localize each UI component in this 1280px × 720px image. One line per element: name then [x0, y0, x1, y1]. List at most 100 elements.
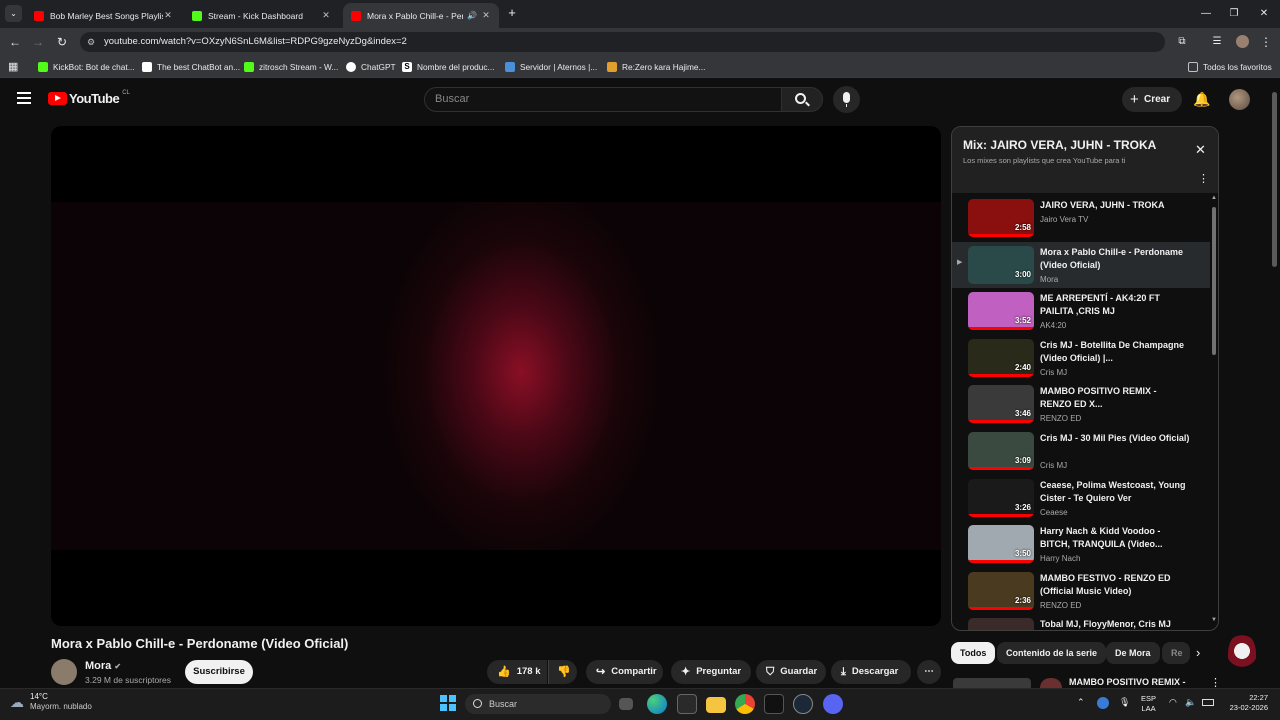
steam-like-icon[interactable] [793, 694, 813, 714]
playlist-thumbnail[interactable]: 2:58 [968, 199, 1034, 237]
playlist-thumbnail[interactable]: 3:46 [968, 385, 1034, 424]
chip-de-mora[interactable]: De Mora [1106, 642, 1160, 664]
tab-search-button[interactable]: ⌄ [5, 5, 22, 22]
discord-icon[interactable] [823, 694, 843, 714]
subscribe-button[interactable]: Suscribirse [185, 660, 253, 684]
tray-overflow-icon[interactable]: ⌃ [1077, 697, 1085, 708]
scroll-down-arrow-icon[interactable]: ▼ [1211, 617, 1217, 623]
channel-name[interactable]: Mora ✔ [85, 660, 121, 672]
extensions-icon[interactable]: ⧉ [1172, 32, 1192, 52]
playlist-thumbnail[interactable]: 3:00 [968, 245, 1034, 284]
tray-app-icon[interactable] [1097, 697, 1109, 709]
maximize-icon[interactable]: ❐ [1220, 4, 1248, 24]
playlist-thumbnail[interactable]: 3:26 [968, 478, 1034, 517]
search-input[interactable]: Buscar [424, 87, 782, 112]
recommendation-thumb[interactable] [953, 678, 1031, 688]
close-window-icon[interactable]: ✕ [1250, 4, 1278, 24]
taskbar-search[interactable]: Buscar [465, 694, 611, 714]
playlist-item[interactable]: ▶ 3:00 Mora x Pablo Chill-e - Perdoname (V… [952, 241, 1210, 288]
close-tab-icon[interactable]: ✕ [481, 10, 491, 21]
playlist-item[interactable]: 3:52 ME ARREPENTÍ - AK4:20 FT PAILITA ,CR… [952, 288, 1210, 334]
clock[interactable]: 22:27 23-02-2026 [1222, 693, 1268, 713]
bookmark-item[interactable]: Servidor | Aternos |... [505, 59, 597, 75]
like-button[interactable]: 👍 178 k [487, 660, 547, 684]
tab-kick-dashboard[interactable]: Stream - Kick Dashboard ✕ [184, 3, 339, 28]
playlist-scrollbar[interactable] [1212, 207, 1216, 355]
tab-mora-video[interactable]: Mora x Pablo Chill-e - Perd 🔊 ✕ [343, 3, 499, 28]
bookmark-item[interactable]: KickBot: Bot de chat... [38, 59, 135, 75]
playlist-item[interactable]: 2:40 Cris MJ - Botellita De Champagne (Vi… [952, 335, 1210, 381]
share-button[interactable]: ↪ Compartir [586, 660, 663, 684]
chip-re[interactable]: Re [1162, 642, 1190, 664]
youtube-logo[interactable]: YouTube CL [48, 90, 130, 106]
save-button[interactable]: ⛉ Guardar [756, 660, 826, 684]
bookmark-item[interactable]: ChatGPT [346, 59, 396, 75]
video-player[interactable] [51, 126, 941, 626]
tab-bob-marley[interactable]: Bob Marley Best Songs Playlist ✕ [26, 3, 181, 28]
chip-contenido-serie[interactable]: Contenido de la serie [997, 642, 1107, 664]
close-playlist-icon[interactable]: ✕ [1195, 142, 1206, 158]
recommendation-title[interactable]: MAMBO POSITIVO REMIX - [1069, 677, 1186, 687]
browser-menu-icon[interactable]: ⋮ [1256, 32, 1276, 52]
close-tab-icon[interactable]: ✕ [321, 10, 331, 21]
playlist-item[interactable]: 3:09 Cris MJ - 30 Mil Pies (Video Oficial… [952, 428, 1210, 474]
audio-playing-icon[interactable]: 🔊 [467, 11, 477, 20]
file-explorer-icon[interactable] [706, 697, 726, 713]
volume-icon[interactable]: 🔈 [1185, 697, 1196, 708]
scroll-up-arrow-icon[interactable]: ▲ [1211, 195, 1217, 201]
ask-button[interactable]: ✦ Preguntar [671, 660, 751, 684]
notifications-bell-icon[interactable]: 🔔 [1193, 91, 1210, 108]
back-icon[interactable]: ← [5, 32, 25, 52]
hamburger-menu-icon[interactable] [17, 92, 31, 104]
edge-icon[interactable] [647, 694, 667, 714]
forward-icon[interactable]: → [28, 32, 48, 52]
minimize-icon[interactable]: — [1192, 4, 1220, 24]
create-button[interactable]: + Crear [1122, 87, 1182, 112]
download-button[interactable]: ⤓ Descargar [831, 660, 911, 684]
site-info-icon[interactable]: ⚙ [87, 32, 95, 52]
bookmark-item[interactable]: Re:Zero kara Hajime... [607, 59, 705, 75]
playlist-item[interactable]: 3:26 Ceaese, Polima Westcoast, Young Cist… [952, 475, 1210, 521]
account-avatar[interactable] [1229, 89, 1250, 110]
chips-next-arrow-icon[interactable]: › [1196, 645, 1200, 660]
playlist-item[interactable]: 2:36 MAMBO FESTIVO - RENZO ED (Official M… [952, 568, 1210, 614]
bookmark-item[interactable]: The best ChatBot an... [142, 59, 240, 75]
playlist-item[interactable]: 3:46 MAMBO POSITIVO REMIX - RENZO ED X...… [952, 381, 1210, 427]
playlist-item[interactable]: Tobal MJ, FloyyMenor, Cris MJ [952, 614, 1210, 630]
bookmark-item[interactable]: zitrosch Stream - W... [244, 59, 338, 75]
playlist-thumbnail[interactable]: 3:50 [968, 525, 1034, 564]
wifi-icon[interactable]: ◠ [1169, 697, 1177, 708]
playlist-thumbnail[interactable]: 3:09 [968, 432, 1034, 470]
playlist-menu-icon[interactable]: ⋮ [1198, 172, 1209, 185]
reload-icon[interactable]: ↻ [52, 32, 72, 52]
reading-list-icon[interactable]: ☰ [1207, 32, 1227, 52]
channel-avatar[interactable] [51, 659, 77, 685]
close-tab-icon[interactable]: ✕ [163, 10, 173, 21]
all-bookmarks-folder[interactable]: Todos los favoritos [1188, 59, 1272, 75]
new-tab-button[interactable]: + [504, 5, 520, 21]
bookmark-item[interactable]: S Nombre del produc... [402, 59, 494, 75]
battery-icon[interactable] [1202, 699, 1214, 706]
more-actions-button[interactable]: ⋯ [917, 660, 941, 684]
tray-mic-icon[interactable]: 🎙 [1119, 697, 1130, 708]
search-button[interactable] [781, 87, 823, 112]
playlist-thumbnail[interactable]: 3:52 [968, 292, 1034, 331]
playlist-thumbnail[interactable] [968, 618, 1034, 630]
recommendation-channel-avatar[interactable] [1040, 678, 1062, 688]
playlist-thumbnail[interactable]: 2:36 [968, 571, 1034, 610]
chip-todos[interactable]: Todos [951, 642, 996, 664]
chrome-icon[interactable] [735, 694, 755, 714]
page-scrollbar[interactable] [1272, 92, 1277, 267]
address-bar[interactable]: ⚙ youtube.com/watch?v=OXzyN6SnL6M&list=R… [80, 32, 1165, 52]
app-icon[interactable] [764, 694, 784, 714]
epic-games-icon[interactable] [677, 694, 697, 714]
weather-widget[interactable]: ☁ 14°C Mayorm. nublado [10, 692, 92, 712]
playlist-thumbnail[interactable]: 2:40 [968, 338, 1034, 377]
dislike-button[interactable]: 👎 [548, 660, 577, 684]
task-view-icon[interactable] [619, 698, 633, 710]
apps-grid-icon[interactable]: ▦ [8, 60, 18, 73]
playlist-item[interactable]: 3:50 Harry Nach & Kidd Voodoo - BITCH, TR… [952, 521, 1210, 567]
voice-search-button[interactable] [833, 86, 860, 113]
windows-start-icon[interactable] [440, 695, 456, 711]
language-indicator[interactable]: ESP LAA [1141, 694, 1156, 714]
